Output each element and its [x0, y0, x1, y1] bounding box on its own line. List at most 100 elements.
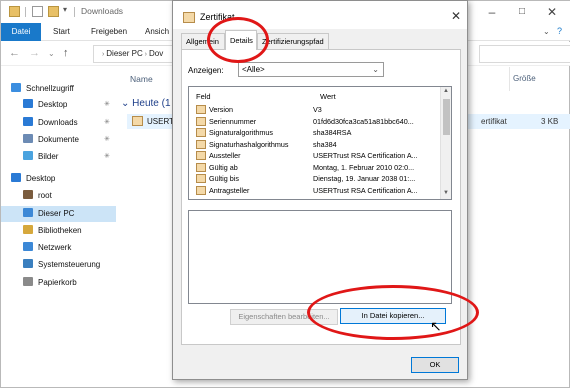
sidebar-item-label: root [38, 191, 52, 200]
sidebar-item-systemsteuerung[interactable]: Systemsteuerung [23, 257, 100, 273]
ribbon-tab-freigeben[interactable]: Freigeben [83, 23, 135, 41]
user-icon [23, 190, 33, 199]
window-title: Downloads [81, 6, 124, 16]
field-value: sha384RSA [313, 128, 352, 137]
ribbon-tab-start[interactable]: Start [45, 23, 78, 41]
network-icon [23, 242, 33, 251]
sidebar-item-dokumente[interactable]: Dokumente [23, 132, 79, 148]
close-button[interactable]: ✕ [537, 4, 567, 20]
sidebar-item-label: Desktop [38, 100, 68, 109]
sidebar-item-label: Desktop [26, 174, 56, 183]
field-value: sha384 [313, 139, 337, 149]
breadcrumb-downloads[interactable]: Dov [149, 49, 163, 58]
field-name: Aussteller [209, 151, 241, 160]
help-icon[interactable]: ? [557, 26, 562, 36]
forward-arrow-icon[interactable]: → [29, 47, 40, 59]
sidebar-item-label: Schnellzugriff [26, 84, 74, 93]
highlight-ellipse-details-tab [207, 17, 269, 63]
vertical-scrollbar[interactable]: ▲ ▼ [440, 87, 451, 199]
field-name: Gültig ab [209, 162, 238, 172]
column-header-name[interactable]: Name [130, 74, 153, 84]
documents-icon [23, 134, 33, 143]
chevron-down-icon: ⌄ [372, 65, 379, 74]
column-header-size[interactable]: Größe [513, 74, 536, 83]
certificate-field-icon [196, 105, 206, 114]
column-header-value[interactable]: Wert [320, 92, 336, 101]
certificate-field-icon [196, 151, 206, 160]
field-name: Antragsteller [209, 185, 250, 195]
certificate-field-icon [196, 139, 206, 149]
field-row[interactable]: Antragsteller USERTrust RSA Certification… [189, 185, 439, 196]
sidebar-item-label: Bibliotheken [38, 226, 82, 235]
recycle-bin-icon [23, 277, 33, 286]
field-value: 01fd6d30fca3ca51a81bbc640... [313, 116, 414, 126]
navigation-pane: Schnellzugriff Desktop ✳ Downloads ✳ Dokument… [1, 71, 116, 388]
desktop-icon [23, 99, 33, 108]
field-row[interactable]: Version V3 [189, 104, 439, 115]
sidebar-item-bilder[interactable]: Bilder [23, 149, 58, 165]
pin-icon[interactable]: ✳ [104, 152, 110, 160]
field-row[interactable]: Signaturhashalgorithmus sha384 [189, 139, 439, 150]
sidebar-item-netzwerk[interactable]: Netzwerk [23, 240, 71, 256]
sidebar-item-label: Netzwerk [38, 243, 72, 252]
certificate-field-icon [196, 162, 206, 172]
divider [25, 7, 26, 17]
pin-icon[interactable]: ✳ [104, 100, 110, 108]
ribbon-tab-ansicht[interactable]: Ansich [137, 23, 177, 41]
sidebar-item-bibliotheken[interactable]: Bibliotheken [23, 223, 82, 239]
up-arrow-icon[interactable]: ↑ [63, 47, 69, 59]
field-name: Signaturhashalgorithmus [209, 139, 289, 149]
field-name: Signaturalgorithmus [209, 128, 273, 137]
field-value: V3 [313, 105, 322, 114]
minimize-button[interactable]: – [477, 4, 507, 20]
certificate-field-icon [196, 174, 206, 183]
dialog-close-button[interactable]: ✕ [451, 9, 461, 23]
expand-ribbon-icon[interactable]: ⌄ [543, 27, 550, 36]
show-select[interactable]: <Alle> ⌄ [238, 62, 384, 77]
address-box[interactable]: › Dieser PC › Dov [93, 45, 183, 63]
pin-icon[interactable]: ✳ [104, 118, 110, 126]
sidebar-item-downloads[interactable]: Downloads [23, 115, 78, 131]
field-name: Seriennummer [209, 116, 257, 126]
field-row[interactable]: Gültig bis Dienstag, 19. Januar 2038 01:.… [189, 173, 439, 184]
sidebar-item-label: Systemsteuerung [38, 260, 101, 269]
new-folder-icon[interactable] [48, 6, 59, 17]
breadcrumb-this-pc[interactable]: Dieser PC [106, 49, 142, 58]
sidebar-item-desktop[interactable]: Desktop [23, 97, 67, 113]
group-header-today[interactable]: ⌄ Heute (1 [121, 98, 171, 109]
desktop-icon [11, 173, 21, 182]
certificate-field-icon [196, 128, 206, 137]
back-arrow-icon[interactable]: ← [9, 47, 20, 59]
sidebar-item-papierkorb[interactable]: Papierkorb [23, 275, 77, 291]
pictures-icon [23, 151, 33, 160]
column-divider [509, 67, 510, 91]
sidebar-item-desktop[interactable]: Desktop [11, 171, 55, 187]
field-name: Gültig bis [209, 174, 239, 183]
quick-access-dropdown-icon[interactable]: ▾ [63, 5, 67, 14]
field-row[interactable]: Gültig ab Montag, 1. Februar 2010 02:0... [189, 162, 439, 173]
sidebar-item-schnellzugriff[interactable]: Schnellzugriff [11, 81, 74, 97]
highlight-ellipse-copy-button [307, 285, 479, 340]
properties-icon[interactable] [32, 6, 43, 17]
pin-icon[interactable]: ✳ [104, 135, 110, 143]
scrollbar-thumb[interactable] [443, 99, 450, 135]
sidebar-item-dieser-pc[interactable]: Dieser PC [23, 206, 74, 222]
fields-list[interactable]: Feld Wert Version V3 Seriennummer 01fd6d30f… [188, 86, 452, 200]
show-label: Anzeigen: [188, 66, 224, 75]
maximize-button[interactable]: □ [507, 4, 537, 20]
sidebar-item-label: Papierkorb [38, 278, 77, 287]
field-row[interactable]: Aussteller USERTrust RSA Certification A.… [189, 150, 439, 161]
file-type: ertifikat [481, 117, 507, 126]
ribbon-tab-datei[interactable]: Datei [1, 23, 41, 41]
field-row[interactable]: Seriennummer 01fd6d30fca3ca51a81bbc640... [189, 116, 439, 127]
ok-button[interactable]: OK [411, 357, 459, 373]
search-input[interactable] [479, 45, 570, 63]
scroll-up-icon[interactable]: ▲ [443, 88, 449, 94]
field-row[interactable]: Signaturalgorithmus sha384RSA [189, 127, 439, 138]
column-header-field[interactable]: Feld [196, 92, 211, 101]
recent-locations-icon[interactable]: ⌄ [48, 49, 55, 58]
certificate-file-icon [132, 116, 143, 126]
field-name: Version [209, 105, 233, 114]
scroll-down-icon[interactable]: ▼ [443, 190, 449, 196]
sidebar-item-root[interactable]: root [23, 188, 52, 204]
